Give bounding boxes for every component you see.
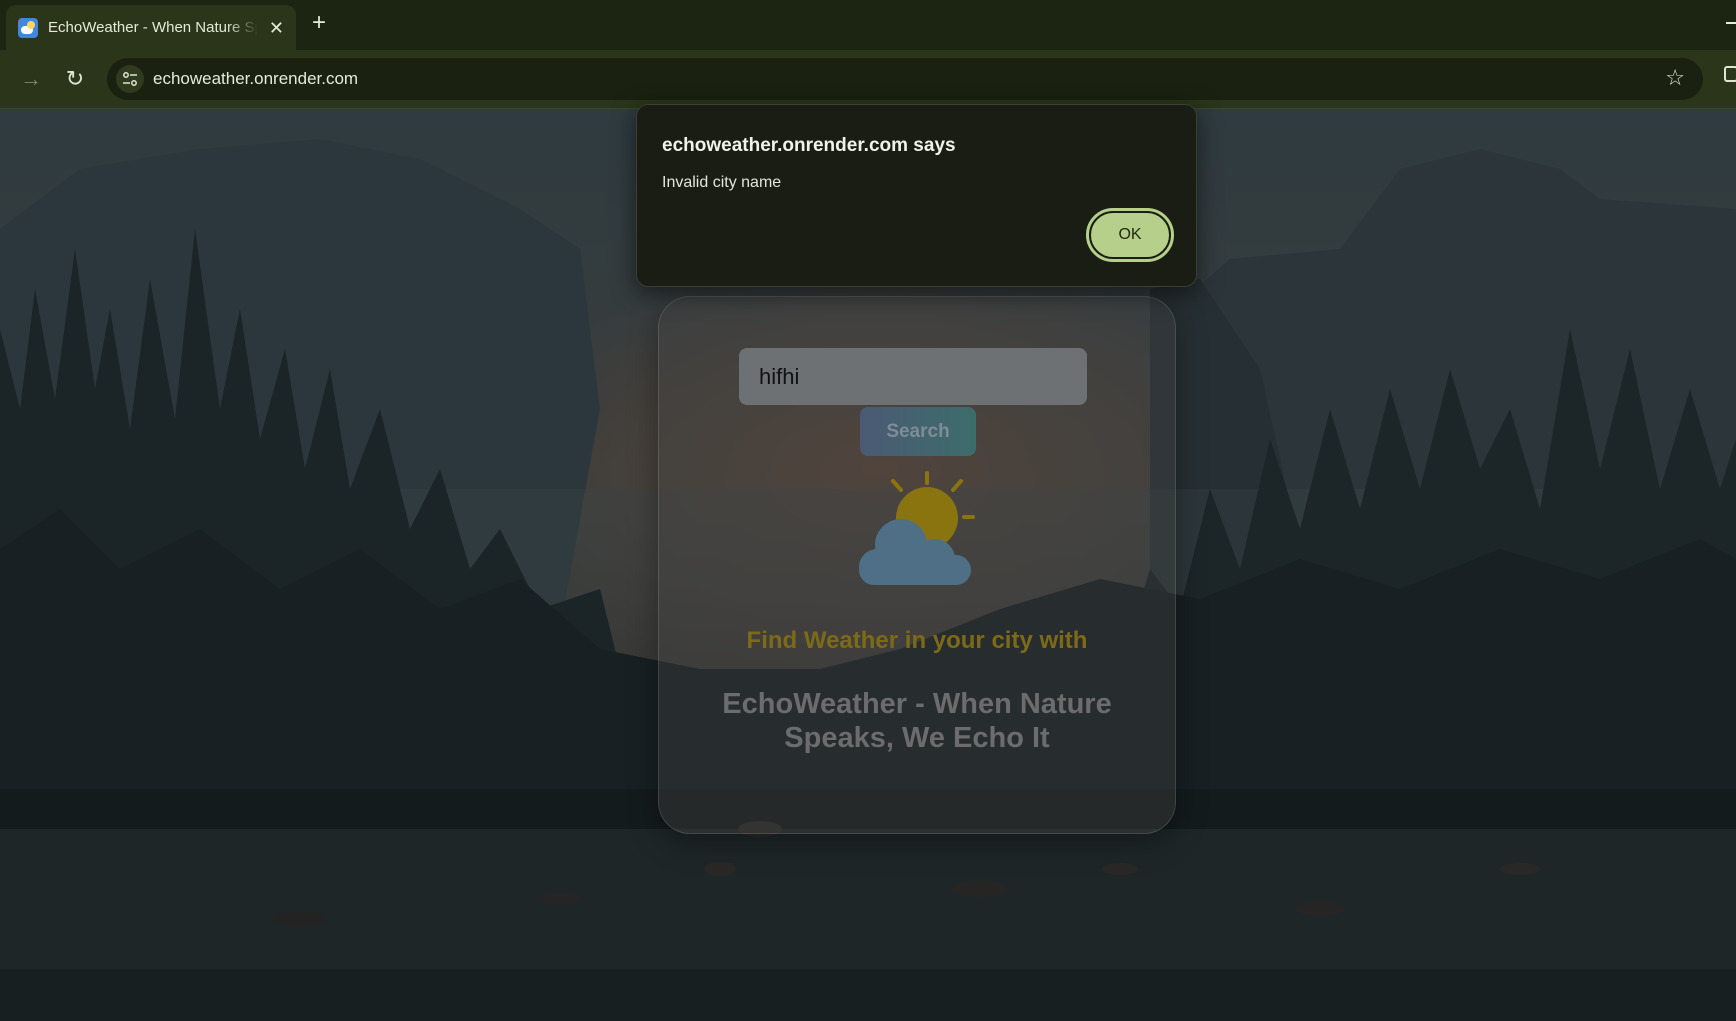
- sun-cloud-icon: [859, 471, 975, 585]
- dialog-message: Invalid city name: [662, 174, 782, 191]
- tagline-text: Find Weather in your city with: [746, 627, 1088, 654]
- reload-icon[interactable]: ↻: [62, 66, 88, 92]
- alert-dialog: echoweather.onrender.com says Invalid ci…: [636, 104, 1197, 287]
- minimize-window-icon[interactable]: [1726, 22, 1736, 24]
- extensions-icon[interactable]: [1724, 66, 1736, 82]
- tab-title: EchoWeather - When Nature Speaks, We Ech…: [48, 19, 258, 36]
- city-search-input[interactable]: [739, 348, 1087, 405]
- dialog-title: echoweather.onrender.com says: [662, 135, 956, 156]
- browser-toolbar: → ↻ echoweather.onrender.com ☆: [0, 50, 1736, 109]
- app-title: EchoWeather - When Nature Speaks, We Ech…: [722, 688, 1112, 754]
- weather-card: Search Find Weather in your city with Ec…: [658, 296, 1176, 834]
- new-tab-button[interactable]: +: [312, 11, 326, 35]
- favicon-icon: [18, 17, 38, 38]
- forward-icon[interactable]: →: [18, 66, 44, 92]
- address-bar[interactable]: echoweather.onrender.com ☆: [107, 58, 1703, 100]
- ok-button[interactable]: OK: [1086, 208, 1174, 262]
- browser-tab-strip: EchoWeather - When Nature Speaks, We Ech…: [0, 0, 1736, 50]
- bookmark-star-icon[interactable]: ☆: [1665, 65, 1685, 91]
- url-text[interactable]: echoweather.onrender.com: [153, 69, 358, 89]
- site-info-icon[interactable]: [116, 65, 144, 93]
- browser-tab[interactable]: EchoWeather - When Nature Speaks, We Ech…: [6, 5, 296, 50]
- search-button[interactable]: Search: [860, 407, 976, 456]
- close-tab-icon[interactable]: ✕: [269, 19, 284, 37]
